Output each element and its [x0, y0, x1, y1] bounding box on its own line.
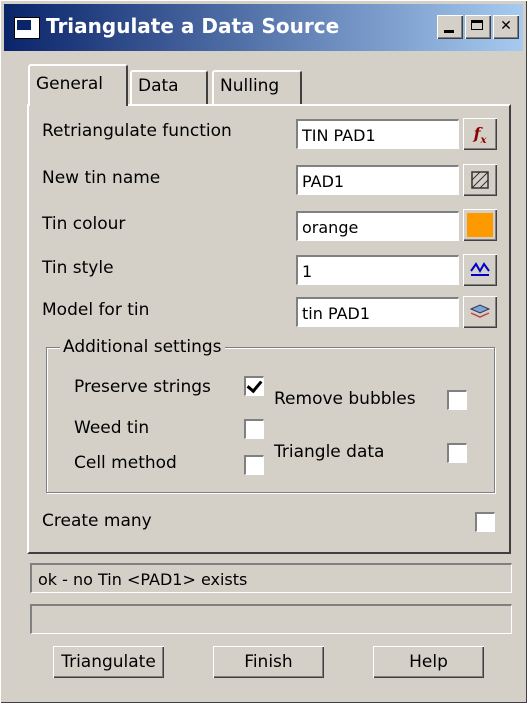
- function-icon[interactable]: fx: [463, 118, 497, 150]
- title-bar[interactable]: Triangulate a Data Source ✕: [4, 4, 523, 51]
- model-for-tin-field[interactable]: tin PAD1: [296, 297, 459, 327]
- close-button[interactable]: ✕: [493, 15, 519, 39]
- minimize-button[interactable]: [437, 15, 463, 39]
- create-many-label: Create many: [42, 511, 152, 531]
- layers-icon[interactable]: [463, 296, 497, 328]
- status-message: ok - no Tin <PAD1> exists: [30, 563, 512, 593]
- window-title: Triangulate a Data Source: [46, 14, 340, 38]
- status-secondary: [30, 604, 512, 634]
- preserve-strings-checkbox[interactable]: [244, 376, 264, 396]
- style-icon[interactable]: [463, 254, 497, 286]
- window-app-icon: [14, 17, 40, 39]
- weed-tin-label: Weed tin: [74, 418, 150, 438]
- remove-bubbles-checkbox[interactable]: [447, 390, 467, 410]
- tab-nulling[interactable]: Nulling: [212, 70, 302, 104]
- retriangulate-label: Retriangulate function: [42, 121, 232, 141]
- finish-button[interactable]: Finish: [213, 646, 324, 678]
- cell-method-checkbox[interactable]: [244, 455, 264, 475]
- maximize-button[interactable]: [465, 15, 491, 39]
- create-many-checkbox[interactable]: [475, 512, 495, 532]
- tin-colour-label: Tin colour: [42, 214, 126, 234]
- new-tin-name-label: New tin name: [42, 168, 161, 188]
- additional-settings-legend: Additional settings: [60, 337, 225, 357]
- tab-data[interactable]: Data: [130, 70, 208, 104]
- tin-select-icon[interactable]: [463, 164, 497, 196]
- preserve-strings-label: Preserve strings: [74, 377, 211, 397]
- help-button[interactable]: Help: [373, 646, 484, 678]
- remove-bubbles-label: Remove bubbles: [274, 389, 416, 409]
- tab-general[interactable]: General: [28, 64, 128, 106]
- triangulate-dialog: Triangulate a Data Source ✕ General Data…: [0, 0, 527, 703]
- colour-picker-button[interactable]: [463, 209, 497, 241]
- triangle-data-checkbox[interactable]: [447, 443, 467, 463]
- tin-style-label: Tin style: [42, 258, 114, 278]
- tin-colour-field[interactable]: orange: [296, 211, 459, 241]
- model-for-tin-label: Model for tin: [42, 300, 150, 320]
- triangulate-button[interactable]: Triangulate: [53, 646, 164, 678]
- triangle-data-label: Triangle data: [274, 442, 385, 462]
- new-tin-name-field[interactable]: PAD1: [296, 165, 459, 195]
- cell-method-label: Cell method: [74, 453, 177, 473]
- retriangulate-field[interactable]: TIN PAD1: [296, 119, 459, 149]
- tin-style-field[interactable]: 1: [296, 255, 459, 285]
- colour-swatch: [467, 213, 493, 237]
- weed-tin-checkbox[interactable]: [244, 419, 264, 439]
